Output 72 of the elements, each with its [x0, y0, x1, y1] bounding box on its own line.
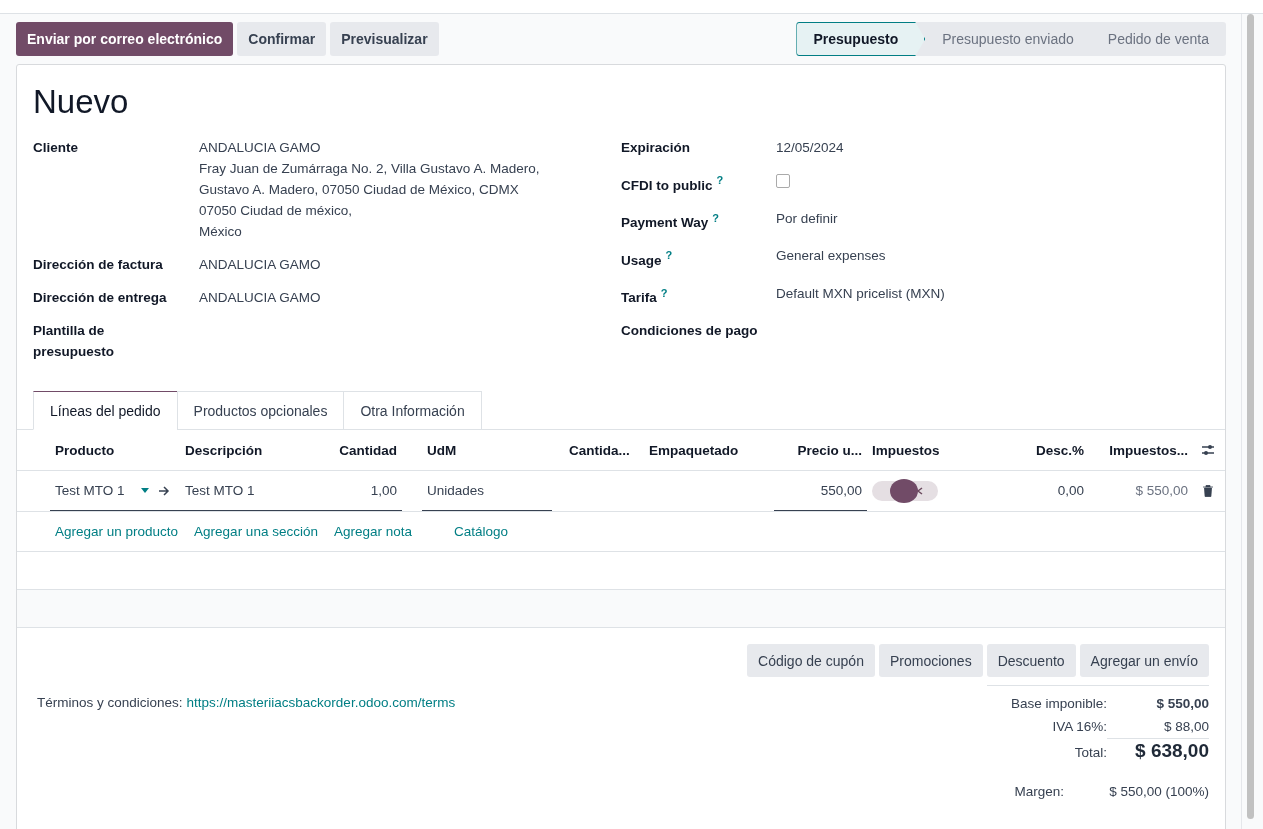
arrow-right-icon[interactable] — [157, 485, 170, 496]
field-label: Payment Way $^{?}$ — [621, 215, 720, 230]
status-step[interactable]: Presupuesto enviado — [925, 22, 1091, 56]
column-header[interactable]: Cantidad — [322, 442, 402, 458]
footer-button[interactable]: Descuento — [986, 644, 1076, 677]
column-header[interactable]: Precio u... — [774, 442, 867, 458]
table-cell-text: $ 550,00 — [1134, 482, 1189, 500]
tab[interactable]: Otra Información — [343, 391, 482, 430]
margin-label: Margen: — [1014, 783, 1064, 801]
tab[interactable]: Productos opcionales — [176, 391, 345, 430]
terms-link[interactable]: https://masteriiacsbackorder.odoo.com/terms — [186, 695, 456, 710]
status-step[interactable]: Presupuesto — [796, 22, 926, 56]
field-value: 07050 Ciudad de méxico, — [199, 202, 354, 220]
field-value: Fray Juan de Zumárraga No. 2, Villa Gustavo A. Madero, — [199, 160, 540, 178]
column-header[interactable]: UdM — [422, 442, 552, 458]
total-label: Total: — [1074, 744, 1107, 762]
add-line-link[interactable]: Catálogo — [454, 524, 509, 539]
checkbox[interactable] — [776, 174, 790, 188]
field-label: Tarifa $^{?}$ — [621, 290, 668, 305]
caret-down-icon[interactable] — [140, 488, 149, 493]
field-value: 12/05/2024 — [776, 139, 844, 157]
field-label: Expiración — [621, 140, 691, 155]
field-value: ANDALUCIA GAMO — [199, 256, 321, 274]
field-label: Usage $^{?}$ — [621, 252, 673, 268]
field-value: Default MXN pricelist (MXN) — [776, 284, 945, 303]
table-cell-text: 0,00 — [1056, 482, 1085, 500]
field-label: Dirección de factura — [33, 256, 164, 274]
footer-button[interactable]: Código de cupón — [747, 644, 875, 677]
column-header[interactable]: Impuestos — [867, 442, 997, 458]
field-label: Condiciones de pago — [621, 323, 758, 338]
action-button[interactable]: Confirmar — [237, 22, 327, 56]
action-button[interactable]: Previsualizar — [330, 22, 439, 56]
field-label: Cliente — [33, 139, 79, 157]
column-header[interactable]: Cantida... — [564, 442, 644, 458]
column-header[interactable]: Descripción — [180, 442, 322, 458]
total-value: $ 550,00 — [1155, 695, 1209, 713]
price-field[interactable]: 550,00 — [774, 471, 867, 511]
total-label: Base imponible: — [1010, 695, 1107, 713]
field-label: Dirección de entrega — [33, 289, 168, 307]
action-button[interactable]: Enviar por correo electrónico — [16, 22, 234, 56]
add-line-link[interactable]: Agregar un producto — [55, 524, 179, 539]
field-value: General expenses — [776, 247, 886, 265]
field-label: Plantilla de presupuesto — [33, 322, 115, 361]
total-value: $ 638,00 — [1107, 738, 1209, 762]
column-header[interactable]: Impuestos... — [1089, 442, 1193, 458]
footer-button[interactable]: Agregar un envío — [1079, 644, 1209, 677]
column-settings-icon[interactable] — [1201, 444, 1215, 456]
quantity-field[interactable]: 1,00 — [322, 471, 402, 511]
footer-button[interactable]: Promociones — [878, 644, 983, 677]
field-value: Gustavo A. Madero, 07050 Ciudad de México, CDMX — [199, 181, 520, 199]
column-header[interactable]: Desc.% — [997, 442, 1089, 458]
tax-tag-drawing[interactable] — [872, 479, 938, 503]
field-label: CFDI to public $^{?}$ — [621, 177, 724, 193]
field-value: México — [199, 223, 243, 241]
record-title: Nuevo — [32, 82, 130, 122]
column-header[interactable]: Empaquetado — [644, 442, 774, 458]
total-label: IVA 16%: — [1052, 718, 1107, 736]
tab[interactable]: Líneas del pedido — [33, 391, 178, 430]
product-field[interactable]: Test MTO 1 — [50, 471, 180, 511]
margin-value: $ 550,00 (100%) — [1108, 783, 1209, 801]
add-line-link[interactable]: Agregar nota — [333, 524, 412, 539]
column-header[interactable]: Producto — [50, 442, 180, 458]
field-value: ANDALUCIA GAMO — [199, 289, 321, 307]
trash-icon[interactable] — [1203, 485, 1213, 497]
field-value: Por definir — [776, 209, 838, 228]
field-value: ANDALUCIA GAMO — [199, 139, 322, 157]
add-line-link[interactable]: Agregar una sección — [194, 524, 318, 539]
total-value: $ 88,00 — [1162, 718, 1209, 736]
description-field[interactable]: Test MTO 1 — [180, 471, 322, 511]
terms-label: Términos y condiciones: — [37, 695, 183, 710]
status-step[interactable]: Pedido de venta — [1090, 22, 1226, 56]
unit-field[interactable]: Unidades — [422, 471, 552, 511]
